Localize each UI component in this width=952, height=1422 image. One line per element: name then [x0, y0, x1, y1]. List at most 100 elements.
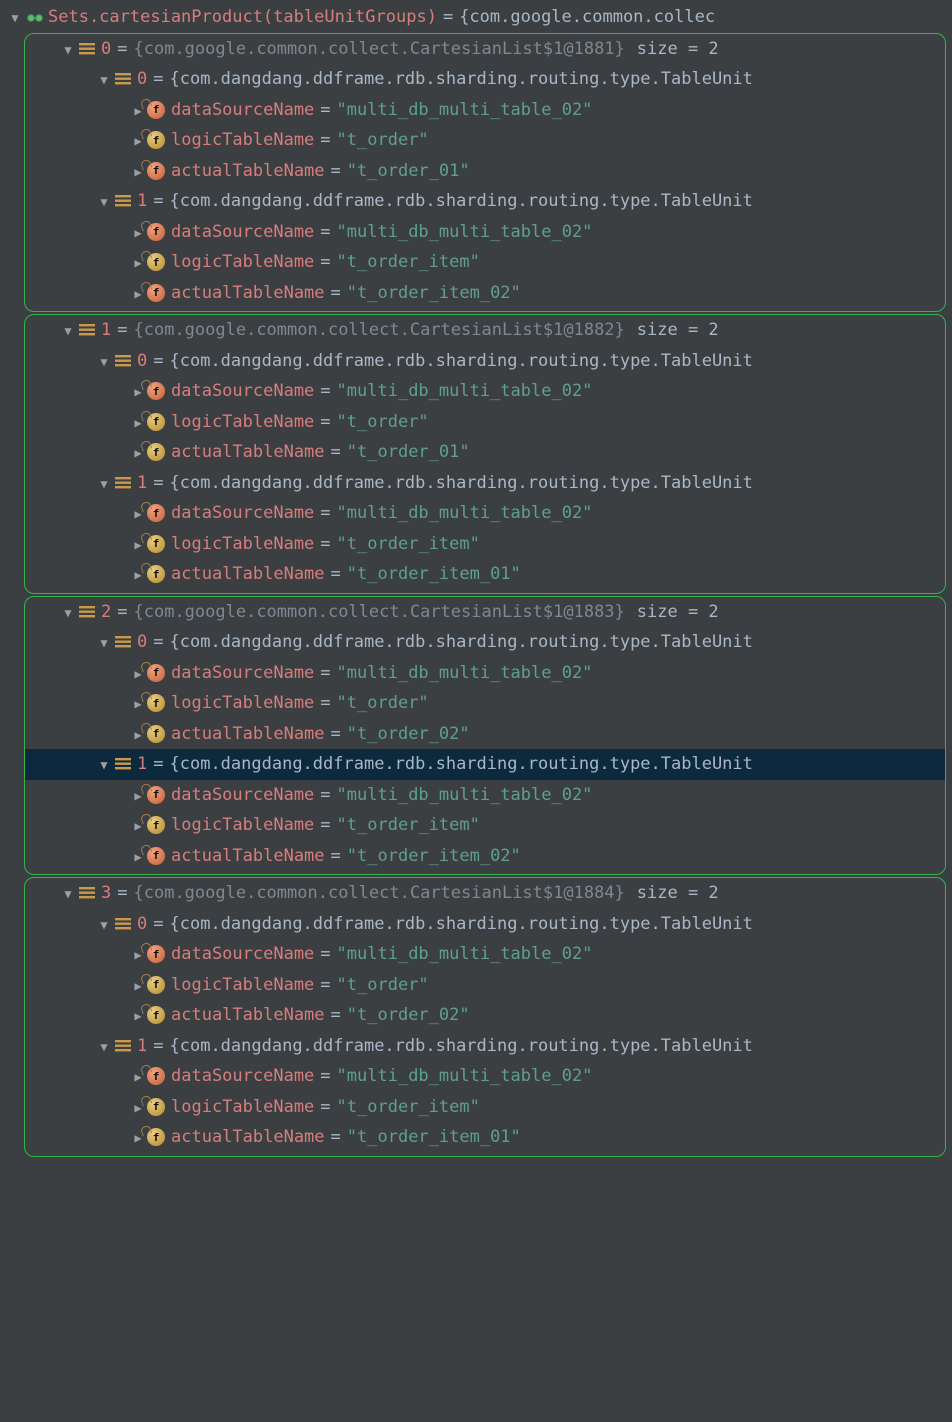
unit-index: 0: [137, 632, 147, 652]
group-index: 2: [101, 602, 111, 622]
unit-class: {com.dangdang.ddframe.rdb.sharding.routi…: [170, 1036, 753, 1056]
field-value: "t_order_02": [347, 1005, 470, 1025]
expand-icon[interactable]: [59, 883, 77, 903]
unit-index: 1: [137, 191, 147, 211]
field-row[interactable]: f logicTableName = "t_order_item": [25, 1092, 945, 1123]
expand-icon[interactable]: [95, 351, 113, 371]
equals-sign: =: [320, 100, 330, 120]
field-row[interactable]: f logicTableName = "t_order": [25, 125, 945, 156]
field-row[interactable]: f dataSourceName = "multi_db_multi_table…: [25, 217, 945, 248]
expand-icon[interactable]: [95, 191, 113, 211]
unit-header-row[interactable]: 0 = {com.dangdang.ddframe.rdb.sharding.r…: [25, 64, 945, 95]
field-icon: f: [147, 945, 165, 963]
expand-icon[interactable]: [95, 914, 113, 934]
field-icon: f: [147, 284, 165, 302]
field-name: logicTableName: [171, 412, 314, 432]
field-row[interactable]: f dataSourceName = "multi_db_multi_table…: [25, 780, 945, 811]
tree-root-row[interactable]: Sets.cartesianProduct(tableUnitGroups) =…: [0, 2, 952, 33]
group-class: {com.google.common.collect.CartesianList…: [134, 320, 625, 340]
field-icon: f: [147, 725, 165, 743]
field-name: actualTableName: [171, 283, 325, 303]
expand-icon[interactable]: [95, 69, 113, 89]
expand-icon[interactable]: [59, 39, 77, 59]
group-index: 1: [101, 320, 111, 340]
field-name: actualTableName: [171, 1005, 325, 1025]
expand-icon[interactable]: [95, 632, 113, 652]
field-name: dataSourceName: [171, 785, 314, 805]
field-row[interactable]: f dataSourceName = "multi_db_multi_table…: [25, 95, 945, 126]
equals-sign: =: [117, 320, 127, 340]
field-row[interactable]: f logicTableName = "t_order": [25, 407, 945, 438]
field-row[interactable]: f dataSourceName = "multi_db_multi_table…: [25, 376, 945, 407]
field-row[interactable]: f logicTableName = "t_order": [25, 688, 945, 719]
field-row[interactable]: f actualTableName = "t_order_item_01": [25, 1122, 945, 1153]
field-name: dataSourceName: [171, 944, 314, 964]
debug-tree[interactable]: Sets.cartesianProduct(tableUnitGroups) =…: [0, 0, 952, 1169]
group-class: {com.google.common.collect.CartesianList…: [134, 883, 625, 903]
expand-icon[interactable]: [59, 320, 77, 340]
field-row[interactable]: f actualTableName = "t_order_01": [25, 437, 945, 468]
group-size: size = 2: [637, 883, 719, 903]
equals-sign: =: [331, 1005, 341, 1025]
field-value: "multi_db_multi_table_02": [337, 222, 593, 242]
unit-header-row[interactable]: 0 = {com.dangdang.ddframe.rdb.sharding.r…: [25, 627, 945, 658]
unit-header-row[interactable]: 1 = {com.dangdang.ddframe.rdb.sharding.r…: [25, 1031, 945, 1062]
equals-sign: =: [117, 39, 127, 59]
field-value: "t_order_item": [337, 1097, 480, 1117]
unit-header-row[interactable]: 1 = {com.dangdang.ddframe.rdb.sharding.r…: [25, 468, 945, 499]
group-header-row[interactable]: 3 = {com.google.common.collect.Cartesian…: [25, 878, 945, 909]
field-row[interactable]: f dataSourceName = "multi_db_multi_table…: [25, 498, 945, 529]
root-expression: Sets.cartesianProduct(tableUnitGroups): [48, 7, 437, 27]
field-value: "multi_db_multi_table_02": [337, 381, 593, 401]
field-row[interactable]: f actualTableName = "t_order_item_02": [25, 841, 945, 872]
group-header-row[interactable]: 2 = {com.google.common.collect.Cartesian…: [25, 597, 945, 628]
field-name: dataSourceName: [171, 663, 314, 683]
field-row[interactable]: f logicTableName = "t_order": [25, 970, 945, 1001]
equals-sign: =: [331, 161, 341, 181]
group-header-row[interactable]: 0 = {com.google.common.collect.Cartesian…: [25, 34, 945, 65]
equals-sign: =: [153, 754, 163, 774]
field-row[interactable]: f actualTableName = "t_order_02": [25, 719, 945, 750]
field-name: logicTableName: [171, 252, 314, 272]
field-row[interactable]: f actualTableName = "t_order_02": [25, 1000, 945, 1031]
equals-sign: =: [320, 815, 330, 835]
field-row[interactable]: f actualTableName = "t_order_01": [25, 156, 945, 187]
expand-icon[interactable]: [59, 602, 77, 622]
expand-icon[interactable]: [95, 473, 113, 493]
field-row[interactable]: f actualTableName = "t_order_item_02": [25, 278, 945, 309]
equals-sign: =: [153, 473, 163, 493]
expand-icon[interactable]: [6, 7, 24, 27]
field-value: "t_order": [337, 412, 429, 432]
field-value: "multi_db_multi_table_02": [337, 663, 593, 683]
field-name: logicTableName: [171, 693, 314, 713]
equals-sign: =: [331, 442, 341, 462]
field-icon: f: [147, 786, 165, 804]
field-name: logicTableName: [171, 534, 314, 554]
field-icon: f: [147, 162, 165, 180]
field-row[interactable]: f actualTableName = "t_order_item_01": [25, 559, 945, 590]
field-name: dataSourceName: [171, 381, 314, 401]
field-row[interactable]: f dataSourceName = "multi_db_multi_table…: [25, 1061, 945, 1092]
expand-icon[interactable]: [95, 754, 113, 774]
unit-header-row[interactable]: 1 = {com.dangdang.ddframe.rdb.sharding.r…: [25, 186, 945, 217]
group-header-row[interactable]: 1 = {com.google.common.collect.Cartesian…: [25, 315, 945, 346]
field-row[interactable]: f dataSourceName = "multi_db_multi_table…: [25, 939, 945, 970]
field-row[interactable]: f dataSourceName = "multi_db_multi_table…: [25, 658, 945, 689]
field-row[interactable]: f logicTableName = "t_order_item": [25, 529, 945, 560]
group-size: size = 2: [637, 320, 719, 340]
equals-sign: =: [117, 883, 127, 903]
field-row[interactable]: f logicTableName = "t_order_item": [25, 247, 945, 278]
equals-sign: =: [320, 222, 330, 242]
unit-header-row[interactable]: 0 = {com.dangdang.ddframe.rdb.sharding.r…: [25, 909, 945, 940]
field-icon: f: [147, 1128, 165, 1146]
list-icon: [113, 635, 133, 649]
expand-icon[interactable]: [95, 1036, 113, 1056]
field-name: actualTableName: [171, 1127, 325, 1147]
field-value: "t_order": [337, 975, 429, 995]
field-row[interactable]: f logicTableName = "t_order_item": [25, 810, 945, 841]
unit-header-row[interactable]: 0 = {com.dangdang.ddframe.rdb.sharding.r…: [25, 346, 945, 377]
unit-header-row[interactable]: 1 = {com.dangdang.ddframe.rdb.sharding.r…: [25, 749, 945, 780]
equals-sign: =: [320, 503, 330, 523]
equals-sign: =: [153, 1036, 163, 1056]
equals-sign: =: [320, 130, 330, 150]
